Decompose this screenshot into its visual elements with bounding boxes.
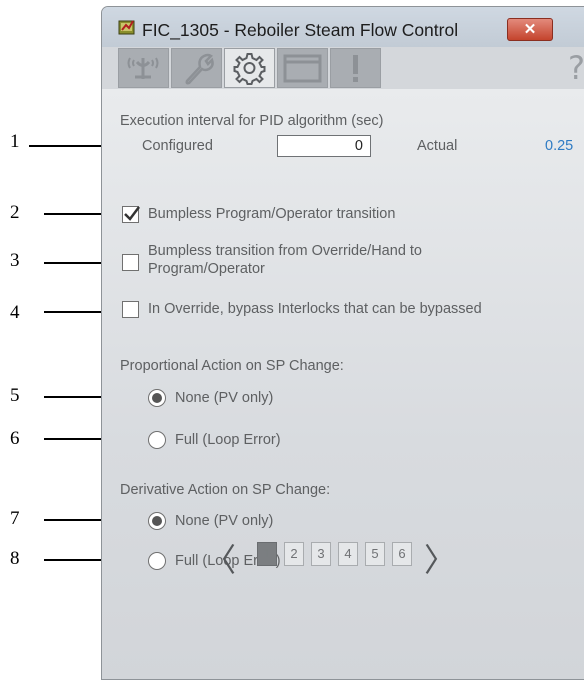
callout-1: 1 — [10, 131, 20, 152]
next-page-arrow[interactable]: 〉 — [424, 535, 456, 581]
execution-interval-heading: Execution interval for PID algorithm (se… — [120, 113, 384, 129]
callout-8: 8 — [10, 548, 20, 569]
antenna-icon — [127, 57, 159, 79]
toolbar: ? — [118, 47, 584, 89]
override-bypass-interlocks-label: In Override, bypass Interlocks that can … — [148, 301, 482, 317]
tab-engineering[interactable] — [224, 48, 275, 88]
app-icon — [118, 20, 135, 35]
tab-operator[interactable] — [118, 48, 169, 88]
bumpless-program-operator-checkbox[interactable] — [122, 206, 140, 223]
proportional-action-heading: Proportional Action on SP Change: — [120, 358, 344, 374]
exclamation-icon — [353, 55, 358, 82]
derivative-none-radio[interactable] — [148, 512, 166, 530]
callout-4: 4 — [10, 302, 20, 323]
page-button-6[interactable]: 6 — [392, 542, 412, 566]
page-button-3[interactable]: 3 — [311, 542, 331, 566]
bumpless-override-hand-label-line2: Program/Operator — [148, 261, 265, 277]
proportional-full-radio[interactable] — [148, 431, 166, 449]
derivative-none-label: None (PV only) — [175, 513, 274, 529]
wrench-icon — [185, 53, 214, 85]
configured-label: Configured — [142, 138, 213, 154]
callout-2: 2 — [10, 202, 20, 223]
derivative-action-heading: Derivative Action on SP Change: — [120, 482, 331, 498]
tab-alarms[interactable] — [330, 48, 381, 88]
close-button[interactable]: ✕ — [507, 18, 553, 41]
page-button-2[interactable]: 2 — [284, 542, 304, 566]
proportional-full-label: Full (Loop Error) — [175, 432, 281, 448]
bumpless-program-operator-label: Bumpless Program/Operator transition — [148, 206, 396, 222]
tab-maintenance[interactable] — [171, 48, 222, 88]
gear-icon — [233, 53, 266, 85]
title-bar[interactable]: FIC_1305 - Reboiler Steam Flow Control ✕ — [102, 7, 584, 47]
actual-interval-value: 0.25 — [545, 138, 574, 154]
tab-trends[interactable] — [277, 48, 328, 88]
faceplate-window: FIC_1305 - Reboiler Steam Flow Control ✕ — [101, 6, 584, 680]
proportional-none-radio[interactable] — [148, 389, 166, 407]
window-icon — [283, 54, 322, 83]
help-icon[interactable]: ? — [568, 49, 584, 87]
callout-7: 7 — [10, 508, 20, 529]
prev-page-arrow[interactable]: 〈 — [204, 535, 236, 581]
configured-interval-input[interactable]: 0 — [277, 135, 371, 157]
proportional-none-label: None (PV only) — [175, 390, 274, 406]
derivative-full-radio[interactable] — [148, 552, 166, 570]
page-button-1[interactable]: 1 — [257, 542, 277, 566]
callout-5: 5 — [10, 385, 20, 406]
override-bypass-interlocks-checkbox[interactable] — [122, 301, 139, 318]
bumpless-override-hand-checkbox[interactable] — [122, 254, 139, 271]
callout-6: 6 — [10, 428, 20, 449]
actual-label: Actual — [417, 138, 458, 154]
page-button-5[interactable]: 5 — [365, 542, 385, 566]
page-button-4[interactable]: 4 — [338, 542, 358, 566]
bumpless-override-hand-label-line1: Bumpless transition from Override/Hand t… — [148, 243, 422, 259]
close-icon: ✕ — [523, 21, 537, 38]
engineering-panel: Execution interval for PID algorithm (se… — [102, 89, 584, 679]
window-title: FIC_1305 - Reboiler Steam Flow Control — [142, 20, 459, 40]
checkmark-icon — [124, 206, 140, 221]
callout-3: 3 — [10, 250, 20, 271]
